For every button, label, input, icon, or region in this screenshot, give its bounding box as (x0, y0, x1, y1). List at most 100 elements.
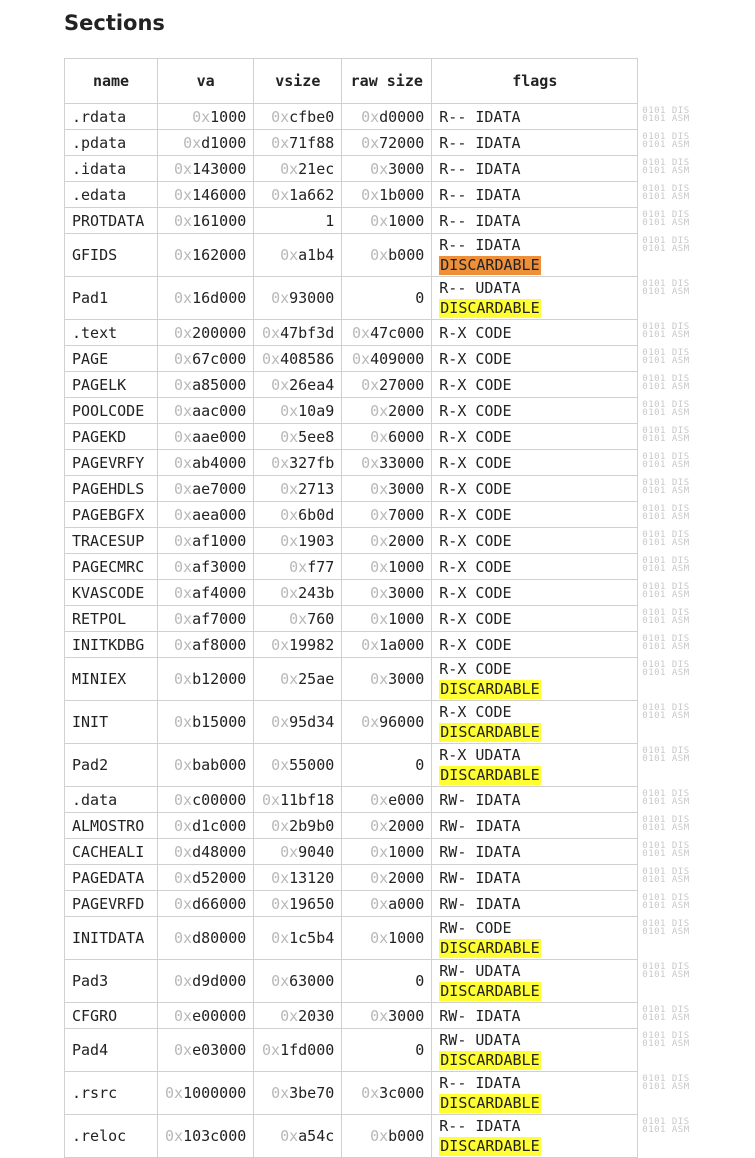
disasm-icon[interactable]: 0101 DIS 0101 ASM (638, 1029, 698, 1072)
section-name: PAGEVRFD (72, 894, 145, 913)
hex-prefix: 0x (271, 756, 290, 774)
disasm-icon[interactable]: 0101 DIS 0101 ASM (638, 891, 698, 917)
hex-prefix: 0x (271, 894, 290, 913)
section-va-value: aae000 (192, 427, 247, 446)
disasm-icon[interactable]: 0101 DIS 0101 ASM (638, 839, 698, 865)
hex-prefix: 0x (174, 1041, 193, 1059)
hex-prefix: 0x (370, 1006, 389, 1025)
disasm-icon-line2: 0101 ASM (642, 900, 690, 911)
disasm-icon[interactable]: 0101 DIS 0101 ASM (638, 234, 698, 277)
section-name-cell: .idata (64, 155, 158, 182)
disasm-icon[interactable]: 0101 DIS 0101 ASM (638, 424, 698, 450)
disasm-icon[interactable]: 0101 DIS 0101 ASM (638, 606, 698, 632)
table-row: PAGEVRFY 0xab4000 0x327fb 0x33000 R-X CODE 01… (64, 449, 698, 476)
disasm-icon[interactable]: 0101 DIS 0101 ASM (638, 865, 698, 891)
hex-prefix: 0x (370, 929, 389, 947)
table-row: CACHEALI 0xd48000 0x9040 0x1000 RW- IDATA 010… (64, 838, 698, 865)
hex-prefix: 0x (174, 185, 193, 204)
section-va-cell: 0xaf3000 (156, 553, 255, 580)
hex-prefix: 0x (361, 1084, 380, 1102)
section-va-value: aea000 (192, 505, 247, 524)
section-vsize-value: 47bf3d (280, 323, 335, 342)
hex-prefix: 0x (370, 583, 389, 602)
section-flags-cell: R-X CODE (431, 371, 639, 398)
section-raw-value: 3000 (388, 159, 425, 178)
disasm-icon[interactable]: 0101 DIS 0101 ASM (638, 1115, 698, 1158)
section-name-cell: INITKDBG (64, 631, 158, 658)
section-va-cell: 0xaea000 (156, 501, 255, 528)
section-vsize-cell: 0x1903 (253, 527, 343, 554)
disasm-icon[interactable]: 0101 DIS 0101 ASM (638, 1072, 698, 1115)
section-va-cell: 0xa85000 (156, 371, 255, 398)
section-flags: R-- UDATA (439, 279, 521, 297)
section-va-value: 1000000 (183, 1084, 247, 1102)
section-raw-cell: 0x96000 (341, 700, 433, 744)
section-flags-cell: R-X CODE (431, 423, 639, 450)
hex-prefix: 0x (370, 401, 389, 420)
disasm-icon[interactable]: 0101 DIS 0101 ASM (638, 787, 698, 813)
disasm-icon-line2: 0101 ASM (642, 1081, 690, 1092)
section-raw-value: 0 (415, 756, 425, 774)
disasm-icon[interactable]: 0101 DIS 0101 ASM (638, 320, 698, 346)
disasm-icon[interactable]: 0101 DIS 0101 ASM (638, 346, 698, 372)
section-vsize-cell: 0x21ec (253, 155, 343, 182)
section-flags: R-- IDATA (439, 1117, 521, 1135)
section-name: POOLCODE (72, 401, 145, 420)
disasm-icon[interactable]: 0101 DIS 0101 ASM (638, 450, 698, 476)
discardable-badge: DISCARDABLE (439, 723, 541, 742)
disasm-icon[interactable]: 0101 DIS 0101 ASM (638, 277, 698, 320)
hex-prefix: 0x (174, 868, 193, 887)
section-va-value: 200000 (192, 323, 247, 342)
section-vsize-value: cfbe0 (289, 107, 335, 126)
table-row: Pad2 0xbab000 0x55000 0 R-X UDATA DISCARDABLE… (64, 743, 698, 787)
section-vsize-cell: 0xa1b4 (253, 233, 343, 277)
section-flags: R-- IDATA (439, 211, 521, 230)
section-vsize-cell: 0x63000 (253, 959, 343, 1003)
hex-prefix: 0x (280, 1006, 299, 1025)
section-name-cell: MINIEX (64, 657, 158, 701)
section-name-cell: PAGELK (64, 371, 158, 398)
hex-prefix: 0x (174, 929, 193, 947)
section-va-value: d48000 (192, 842, 247, 861)
column-header-vsize: vsize (253, 58, 343, 104)
disasm-icon[interactable]: 0101 DIS 0101 ASM (638, 658, 698, 701)
hex-prefix: 0x (271, 635, 290, 654)
section-name-cell: .edata (64, 181, 158, 208)
disasm-icon[interactable]: 0101 DIS 0101 ASM (638, 156, 698, 182)
section-raw-cell: 0xb000 (341, 1114, 433, 1158)
disasm-icon[interactable]: 0101 DIS 0101 ASM (638, 208, 698, 234)
disasm-icon[interactable]: 0101 DIS 0101 ASM (638, 372, 698, 398)
disasm-icon[interactable]: 0101 DIS 0101 ASM (638, 554, 698, 580)
hex-prefix: 0x (174, 842, 193, 861)
disasm-icon[interactable]: 0101 DIS 0101 ASM (638, 701, 698, 744)
disasm-icon[interactable]: 0101 DIS 0101 ASM (638, 580, 698, 606)
disasm-icon[interactable]: 0101 DIS 0101 ASM (638, 502, 698, 528)
table-row: .rsrc 0x1000000 0x3be70 0x3c000 R-- IDATA DIS… (64, 1071, 698, 1115)
section-vsize-value: a1b4 (298, 246, 335, 264)
section-flags: R-X CODE (439, 479, 512, 498)
disasm-icon[interactable]: 0101 DIS 0101 ASM (638, 1003, 698, 1029)
disasm-icon[interactable]: 0101 DIS 0101 ASM (638, 398, 698, 424)
hex-prefix: 0x (361, 453, 380, 472)
column-header-spacer (638, 59, 698, 104)
disasm-icon[interactable]: 0101 DIS 0101 ASM (638, 130, 698, 156)
section-vsize-cell: 0xa54c (253, 1114, 343, 1158)
column-header-name: name (64, 58, 158, 104)
hex-prefix: 0x (174, 211, 193, 230)
hex-prefix: 0x (174, 349, 193, 368)
section-raw-value: 96000 (379, 713, 425, 731)
table-row: .data 0xc00000 0x11bf18 0xe000 RW- IDATA 0101… (64, 786, 698, 813)
disasm-icon[interactable]: 0101 DIS 0101 ASM (638, 632, 698, 658)
disasm-icon[interactable]: 0101 DIS 0101 ASM (638, 528, 698, 554)
disasm-icon[interactable]: 0101 DIS 0101 ASM (638, 960, 698, 1003)
section-flags-cell: R-- IDATA (431, 155, 639, 182)
hex-prefix: 0x (174, 159, 193, 178)
disasm-icon[interactable]: 0101 DIS 0101 ASM (638, 917, 698, 960)
section-name: PAGEHDLS (72, 479, 145, 498)
disasm-icon[interactable]: 0101 DIS 0101 ASM (638, 744, 698, 787)
disasm-icon[interactable]: 0101 DIS 0101 ASM (638, 182, 698, 208)
hex-prefix: 0x (370, 531, 389, 550)
disasm-icon[interactable]: 0101 DIS 0101 ASM (638, 813, 698, 839)
disasm-icon[interactable]: 0101 DIS 0101 ASM (638, 104, 698, 130)
disasm-icon[interactable]: 0101 DIS 0101 ASM (638, 476, 698, 502)
